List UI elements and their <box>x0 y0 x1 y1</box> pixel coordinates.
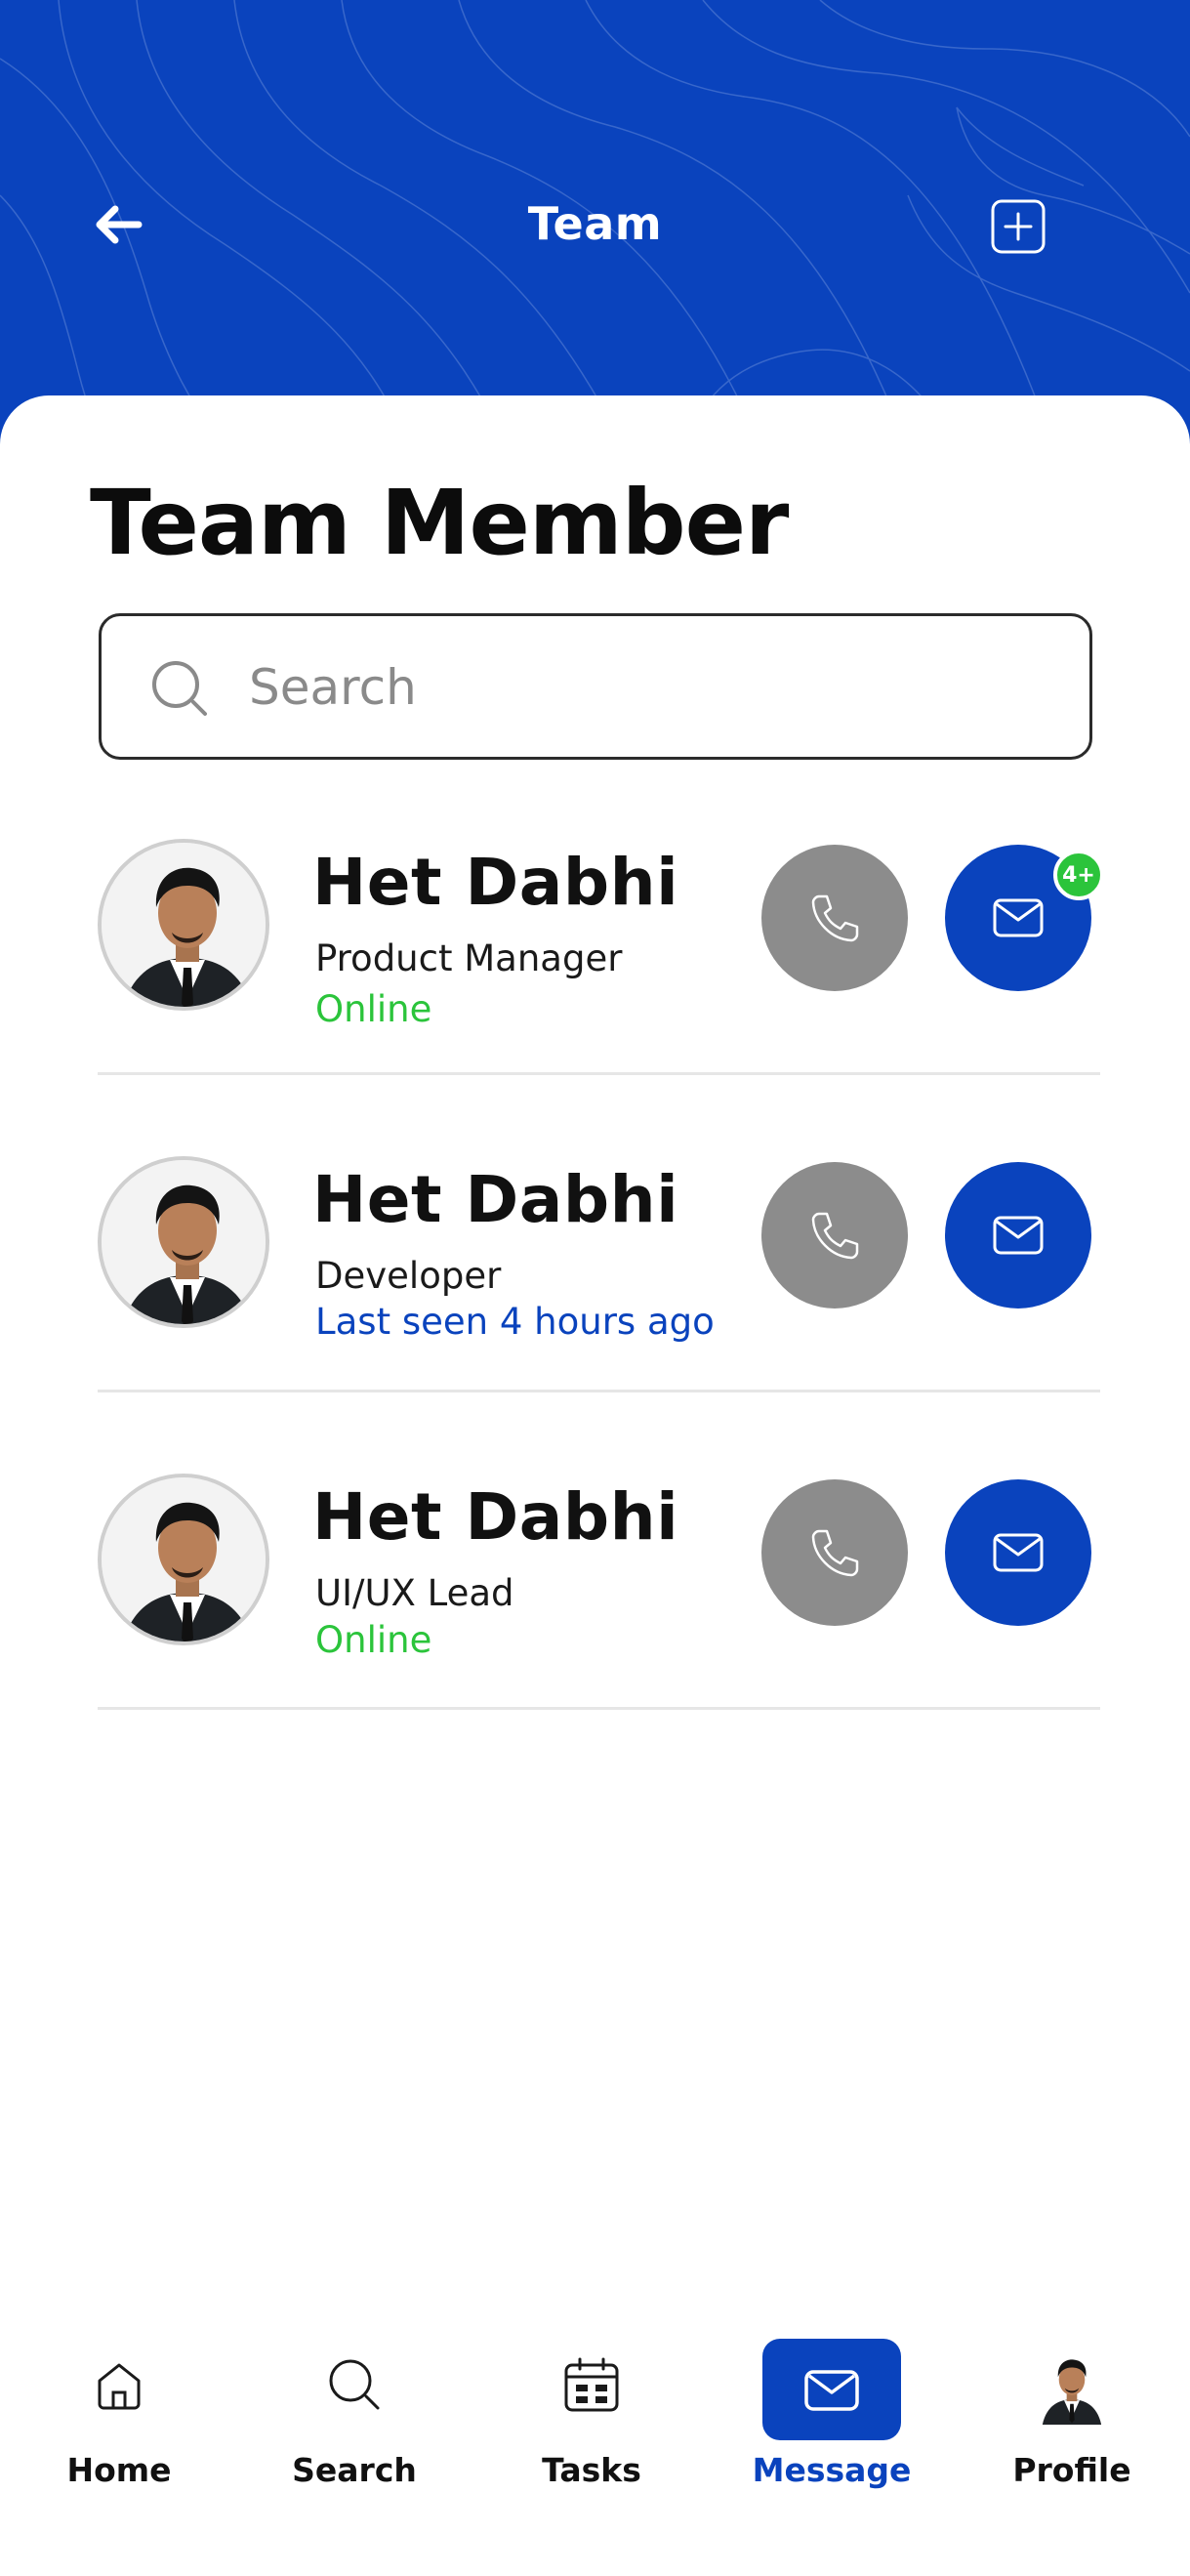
member-name: Het Dabhi <box>312 845 679 920</box>
avatar <box>98 1474 269 1645</box>
call-button[interactable] <box>761 1162 908 1309</box>
member-row[interactable]: Het Dabhi Product Manager Online 4+ <box>0 820 1190 1138</box>
member-status: Last seen 4 hours ago <box>315 1301 715 1343</box>
mail-icon <box>804 2370 859 2411</box>
home-icon <box>98 2363 141 2410</box>
calendar-icon <box>564 2357 619 2412</box>
nav-profile[interactable]: Profile <box>984 2324 1160 2519</box>
nav-home[interactable]: Home <box>31 2324 207 2519</box>
nav-label: Home <box>66 2451 172 2489</box>
nav-tasks[interactable]: Tasks <box>504 2324 679 2519</box>
search-input[interactable]: Search <box>99 613 1092 760</box>
member-name: Het Dabhi <box>312 1479 679 1555</box>
plus-square-icon <box>991 199 1046 254</box>
message-button[interactable] <box>945 1479 1091 1626</box>
nav-label: Profile <box>1012 2451 1131 2489</box>
search-placeholder: Search <box>249 659 417 716</box>
header: Team <box>0 0 1190 449</box>
phone-icon <box>811 1212 859 1260</box>
nav-label: Tasks <box>542 2451 641 2489</box>
call-button[interactable] <box>761 845 908 991</box>
divider <box>98 1707 1100 1710</box>
call-button[interactable] <box>761 1479 908 1626</box>
nav-message[interactable]: Message <box>744 2324 920 2519</box>
phone-icon <box>811 1529 859 1577</box>
avatar <box>98 839 269 1011</box>
divider <box>98 1072 1100 1075</box>
search-icon <box>329 2359 380 2410</box>
phone-icon <box>811 894 859 942</box>
mail-icon <box>993 1216 1044 1255</box>
message-button[interactable] <box>945 1162 1091 1309</box>
nav-label: Search <box>292 2451 417 2489</box>
member-row[interactable]: Het Dabhi Developer Last seen 4 hours ag… <box>0 1138 1190 1455</box>
avatar <box>98 1156 269 1328</box>
divider <box>98 1390 1100 1392</box>
member-role: Developer <box>315 1255 502 1297</box>
add-member-button[interactable] <box>990 198 1046 255</box>
nav-search[interactable]: Search <box>267 2324 442 2519</box>
search-icon <box>152 661 207 716</box>
member-status: Online <box>315 988 432 1030</box>
section-title: Team Member <box>90 471 789 575</box>
member-row[interactable]: Het Dabhi UI/UX Lead Online <box>0 1455 1190 1772</box>
member-status: Online <box>315 1619 432 1661</box>
bottom-nav: Home Search Tasks Message Profile <box>0 2324 1190 2576</box>
member-role: UI/UX Lead <box>315 1572 514 1614</box>
member-name: Het Dabhi <box>312 1162 679 1237</box>
avatar <box>1034 2348 1110 2425</box>
nav-label: Message <box>752 2451 912 2489</box>
mail-icon <box>993 898 1044 937</box>
member-role: Product Manager <box>315 937 623 979</box>
mail-icon <box>993 1533 1044 1572</box>
unread-badge: 4+ <box>1053 850 1104 900</box>
